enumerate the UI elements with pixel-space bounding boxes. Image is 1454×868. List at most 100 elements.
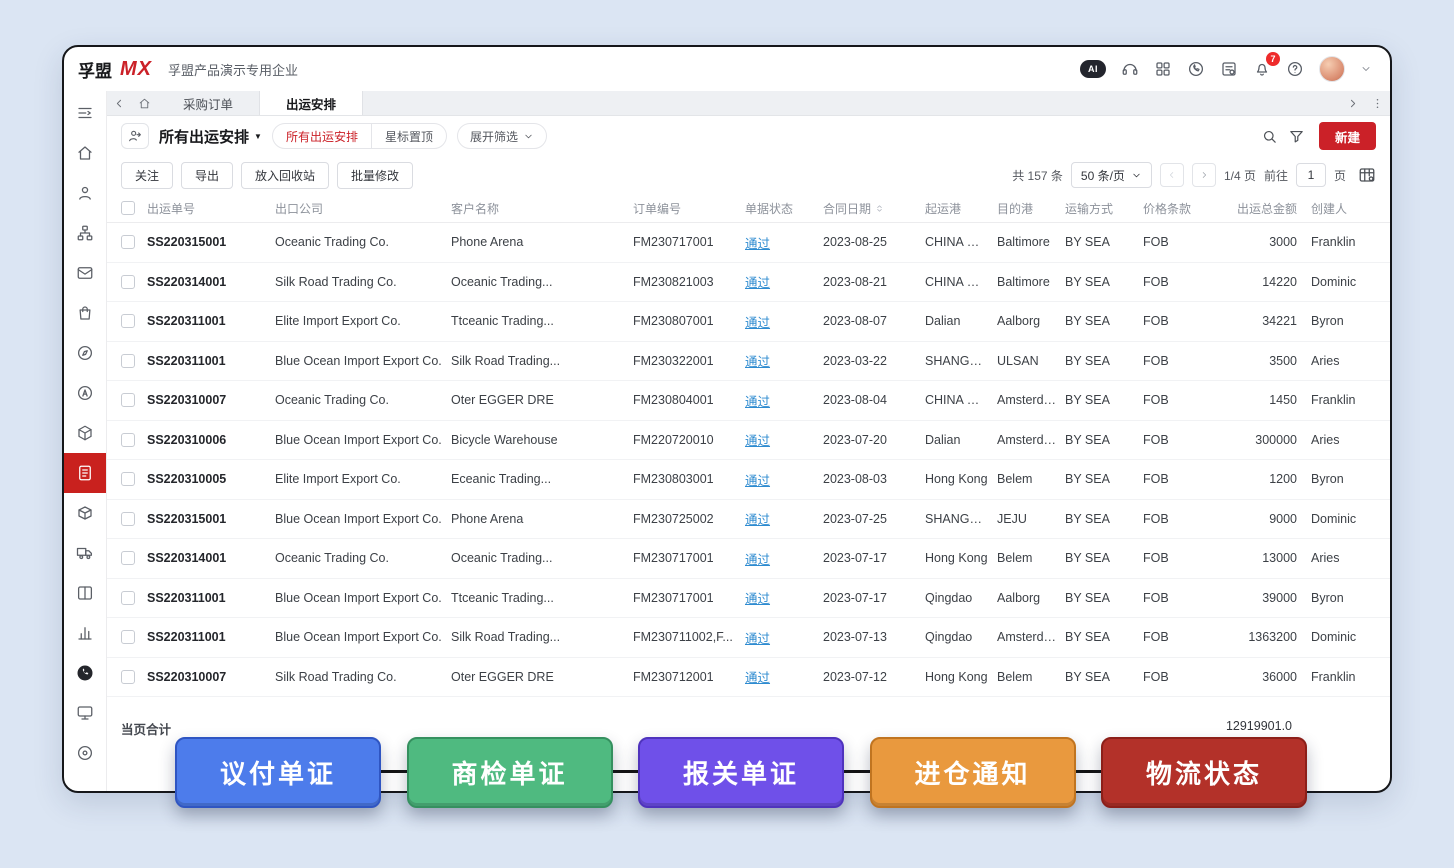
export-button[interactable]: 导出: [181, 162, 233, 189]
expand-filters-pill[interactable]: 展开筛选: [457, 123, 547, 149]
goto-page-input[interactable]: [1296, 163, 1326, 187]
prev-page-button[interactable]: [1160, 163, 1184, 187]
cell-orderNo: SS220310006: [147, 433, 275, 447]
sidebar-item-organization[interactable]: [64, 213, 106, 253]
cell-status[interactable]: 通过: [745, 509, 823, 528]
row-checkbox[interactable]: [121, 314, 135, 328]
cell-status[interactable]: 通过: [745, 351, 823, 370]
view-selector[interactable]: 所有出运安排 ▼: [159, 126, 262, 147]
cell-transport: BY SEA: [1065, 630, 1143, 644]
search-icon[interactable]: [1261, 128, 1278, 145]
cell-status[interactable]: 通过: [745, 312, 823, 331]
flow-button-logistics-status[interactable]: 物流状态: [1101, 737, 1307, 808]
sidebar-item-finance[interactable]: [64, 573, 106, 613]
row-checkbox[interactable]: [121, 512, 135, 526]
profile-chevron-icon[interactable]: [1360, 63, 1372, 75]
column-header-contractDate[interactable]: 合同日期: [823, 200, 925, 217]
row-checkbox[interactable]: [121, 551, 135, 565]
row-checkbox[interactable]: [121, 393, 135, 407]
cell-status[interactable]: 通过: [745, 549, 823, 568]
cell-amount: 1200: [1215, 472, 1311, 486]
cell-status[interactable]: 通过: [745, 470, 823, 489]
sidebar-item-logistics[interactable]: [64, 533, 106, 573]
next-page-button[interactable]: [1192, 163, 1216, 187]
sidebar-item-orders[interactable]: [64, 293, 106, 333]
select-all-checkbox[interactable]: [121, 201, 135, 215]
sidebar-item-whatsapp[interactable]: [64, 653, 106, 693]
sidebar-item-home[interactable]: [64, 133, 106, 173]
cell-customer: Ttceanic Trading...: [451, 314, 633, 328]
table-row: SS220315001Blue Ocean Import Export Co.P…: [107, 500, 1390, 540]
row-checkbox[interactable]: [121, 670, 135, 684]
cell-status[interactable]: 通过: [745, 272, 823, 291]
sidebar-item-contacts[interactable]: [64, 173, 106, 213]
column-settings-icon[interactable]: [1358, 166, 1376, 184]
notifications-button[interactable]: 7: [1253, 60, 1271, 78]
sidebar-item-marketing[interactable]: [64, 373, 106, 413]
support-headset-icon[interactable]: [1121, 60, 1139, 78]
table-row: SS220315001Oceanic Trading Co.Phone Aren…: [107, 223, 1390, 263]
ai-assistant-button[interactable]: AI: [1080, 60, 1106, 78]
row-checkbox[interactable]: [121, 275, 135, 289]
cell-status[interactable]: 通过: [745, 588, 823, 607]
cell-transport: BY SEA: [1065, 670, 1143, 684]
apps-grid-icon[interactable]: [1154, 60, 1172, 78]
tasks-icon[interactable]: [1220, 60, 1238, 78]
filter-funnel-icon[interactable]: [1288, 128, 1305, 145]
table-header: 出运单号出口公司客户名称订单编号单据状态合同日期起运港目的港运输方式价格条款出运…: [107, 194, 1390, 223]
avatar[interactable]: [1319, 56, 1345, 82]
cell-status[interactable]: 通过: [745, 430, 823, 449]
cell-orderNo: SS220315001: [147, 512, 275, 526]
cell-portLoading: Hong Kong: [925, 551, 997, 565]
row-checkbox[interactable]: [121, 354, 135, 368]
help-icon[interactable]: [1286, 60, 1304, 78]
cell-amount: 1363200: [1215, 630, 1311, 644]
cell-portLoading: Hong Kong: [925, 670, 997, 684]
tab-purchase-orders[interactable]: 采购订单: [157, 91, 260, 115]
row-checkbox[interactable]: [121, 433, 135, 447]
row-checkbox[interactable]: [121, 472, 135, 486]
cell-transport: BY SEA: [1065, 354, 1143, 368]
row-checkbox[interactable]: [121, 630, 135, 644]
row-checkbox[interactable]: [121, 591, 135, 605]
cell-orderNo: SS220314001: [147, 551, 275, 565]
flow-button-negotiation-docs[interactable]: 议付单证: [175, 737, 381, 808]
page-size-select[interactable]: 50 条/页: [1071, 162, 1152, 188]
view-switcher-button[interactable]: [121, 123, 149, 149]
tab-shipping-arrangement[interactable]: 出运安排: [260, 91, 363, 115]
filter-all-pill[interactable]: 所有出运安排: [273, 124, 371, 148]
cell-status[interactable]: 通过: [745, 628, 823, 647]
row-checkbox[interactable]: [121, 235, 135, 249]
sidebar-item-collapse-menu[interactable]: [64, 93, 106, 133]
sidebar-item-products[interactable]: [64, 413, 106, 453]
cell-status[interactable]: 通过: [745, 233, 823, 252]
batch-edit-button[interactable]: 批量修改: [337, 162, 413, 189]
follow-button[interactable]: 关注: [121, 162, 173, 189]
filter-star-pin-pill[interactable]: 星标置顶: [371, 124, 446, 148]
cell-portDest: Baltimore: [997, 275, 1065, 289]
cell-status[interactable]: 通过: [745, 391, 823, 410]
nav-back-icon[interactable]: [113, 97, 126, 110]
sidebar-item-help-center[interactable]: [64, 733, 106, 773]
whatsapp-icon[interactable]: [1187, 60, 1205, 78]
new-button[interactable]: 新建: [1319, 122, 1376, 150]
recycle-bin-button[interactable]: 放入回收站: [241, 162, 329, 189]
sidebar-item-warehouse[interactable]: [64, 493, 106, 533]
sidebar-item-shipping-docs[interactable]: [64, 453, 106, 493]
flow-button-inspection-docs[interactable]: 商检单证: [407, 737, 613, 808]
nav-home-icon[interactable]: [138, 97, 151, 110]
tabs-scroll-right-icon[interactable]: [1346, 97, 1359, 110]
cell-portLoading: CHINA MA...: [925, 393, 997, 407]
cell-status[interactable]: 通过: [745, 667, 823, 686]
tabs-more-icon[interactable]: [1371, 97, 1384, 110]
sidebar-item-devices[interactable]: [64, 693, 106, 733]
cell-creator: Franklin: [1311, 393, 1377, 407]
cell-priceTerm: FOB: [1143, 512, 1215, 526]
sidebar-item-mail[interactable]: [64, 253, 106, 293]
sort-icon[interactable]: [874, 203, 885, 214]
sidebar-item-discover[interactable]: [64, 333, 106, 373]
flow-button-customs-docs[interactable]: 报关单证: [638, 737, 844, 808]
flow-button-warehouse-notice[interactable]: 进仓通知: [870, 737, 1076, 808]
cell-orderNo: SS220310005: [147, 472, 275, 486]
sidebar-item-reports[interactable]: [64, 613, 106, 653]
